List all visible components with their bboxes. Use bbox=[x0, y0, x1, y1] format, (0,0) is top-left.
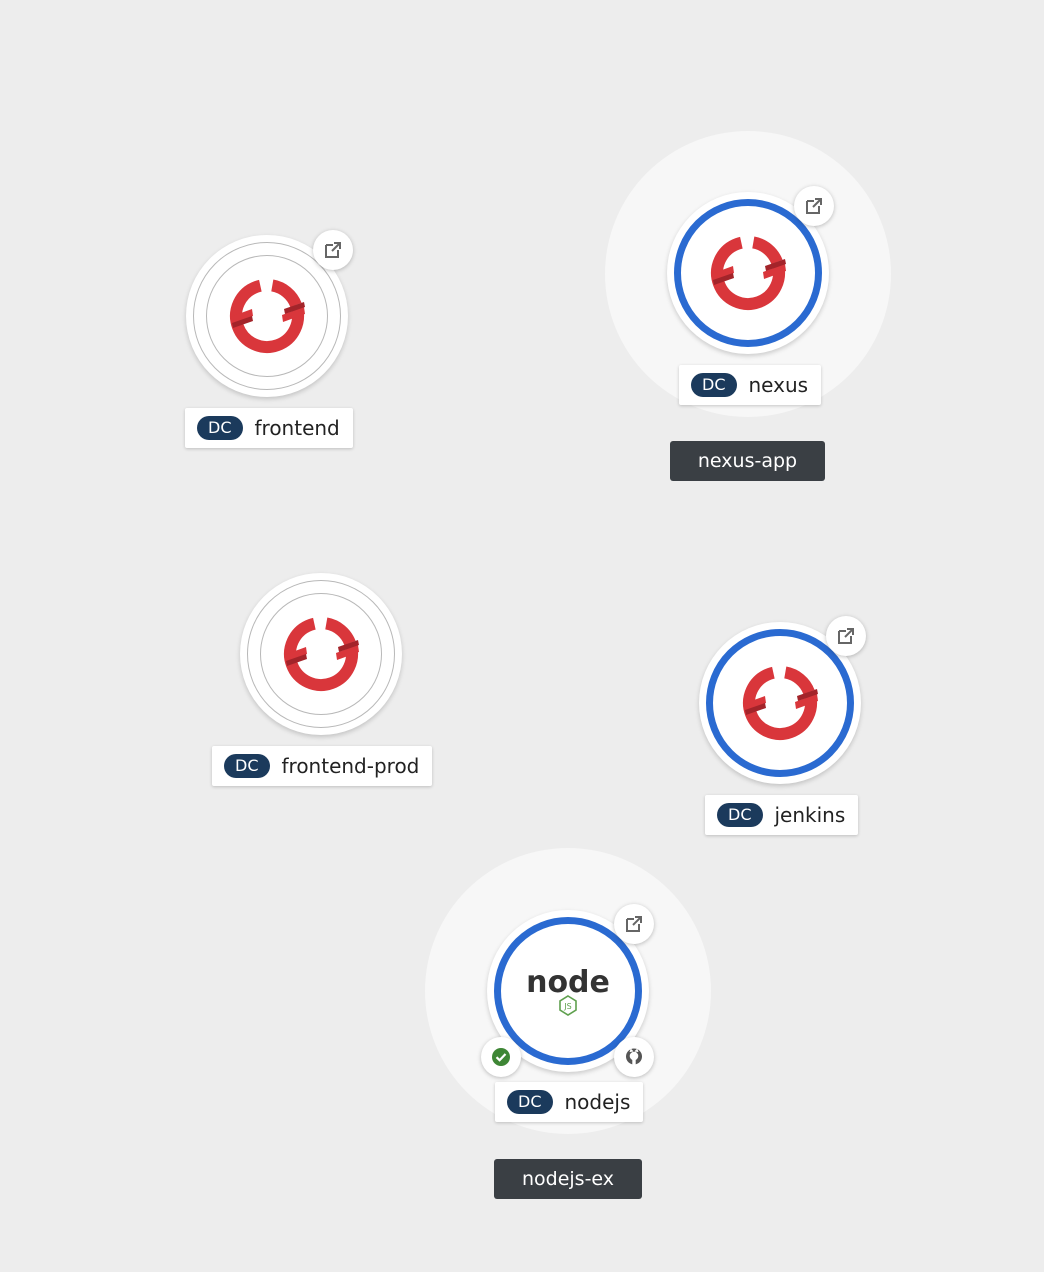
node-label-frontend-prod[interactable]: DC frontend-prod bbox=[212, 746, 433, 786]
node-name: frontend bbox=[254, 416, 340, 440]
node-label-nodejs[interactable]: DC nodejs bbox=[495, 1082, 644, 1122]
open-url-icon[interactable] bbox=[826, 616, 866, 656]
node-name: jenkins bbox=[774, 803, 846, 827]
open-url-icon[interactable] bbox=[794, 186, 834, 226]
node-frontend-prod[interactable] bbox=[240, 573, 402, 735]
github-icon[interactable] bbox=[614, 1037, 654, 1077]
dc-badge: DC bbox=[507, 1090, 553, 1114]
node-label-frontend[interactable]: DC frontend bbox=[185, 408, 353, 448]
group-label-nodejs-ex[interactable]: nodejs-ex bbox=[494, 1159, 642, 1199]
node-label-nexus[interactable]: DC nexus bbox=[679, 365, 822, 405]
openshift-icon bbox=[703, 228, 793, 318]
node-name: nexus bbox=[748, 373, 809, 397]
openshift-icon bbox=[276, 609, 366, 699]
node-name: nodejs bbox=[564, 1090, 631, 1114]
build-success-icon[interactable] bbox=[481, 1037, 521, 1077]
nodejs-logo-text: node bbox=[526, 965, 610, 1000]
node-name: frontend-prod bbox=[281, 754, 420, 778]
nodejs-icon: node JS bbox=[526, 965, 610, 1016]
dc-badge: DC bbox=[197, 416, 243, 440]
node-label-jenkins[interactable]: DC jenkins bbox=[705, 795, 859, 835]
open-url-icon[interactable] bbox=[313, 230, 353, 270]
dc-badge: DC bbox=[224, 754, 270, 778]
openshift-icon bbox=[222, 271, 312, 361]
group-label-nexus-app[interactable]: nexus-app bbox=[670, 441, 825, 481]
topology-canvas[interactable]: DC frontend DC nexus nexus-app DC fronte… bbox=[0, 0, 1044, 1272]
dc-badge: DC bbox=[691, 373, 737, 397]
openshift-icon bbox=[735, 658, 825, 748]
dc-badge: DC bbox=[717, 803, 763, 827]
nodejs-logo-subtext: JS bbox=[563, 1002, 571, 1011]
open-url-icon[interactable] bbox=[614, 904, 654, 944]
